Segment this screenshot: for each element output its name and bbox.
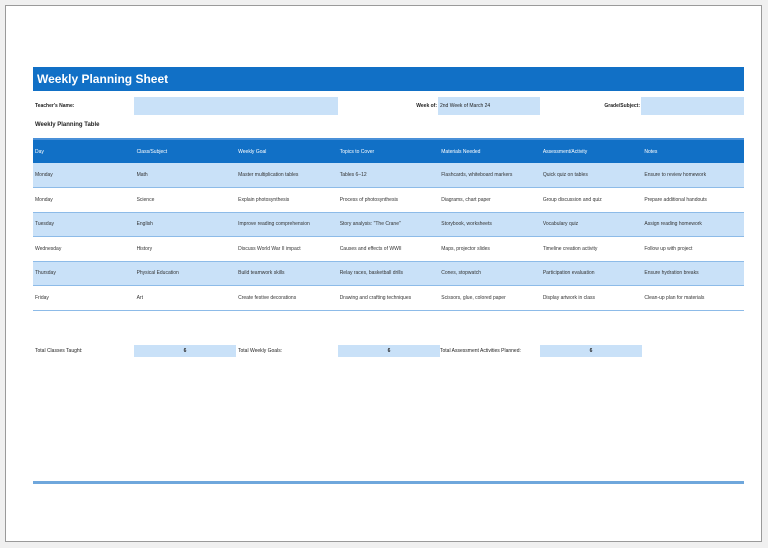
table-cell[interactable]: Ensure hydration breaks bbox=[642, 261, 744, 286]
table-cell[interactable]: Wednesday bbox=[33, 236, 135, 262]
table-row: Monday Science Explain photosynthesis Proce… bbox=[33, 187, 744, 213]
table-cell[interactable]: Process of photosynthesis bbox=[337, 187, 440, 213]
table-cell[interactable]: Discuss World War II impact bbox=[236, 236, 338, 262]
teacher-name-field[interactable] bbox=[134, 97, 338, 115]
table-cell[interactable]: Monday bbox=[33, 187, 135, 213]
table-cell[interactable]: History bbox=[134, 236, 237, 262]
table-cell[interactable]: Create festive decorations bbox=[236, 285, 338, 311]
sheet-title: Weekly Planning Sheet bbox=[33, 67, 744, 91]
table-row: Tuesday English Improve reading comprehens… bbox=[33, 212, 744, 237]
table-cell[interactable]: Quick quiz on tables bbox=[540, 163, 643, 188]
table-cell[interactable]: Tables 6–12 bbox=[337, 163, 440, 188]
table-cell[interactable]: Flashcards, whiteboard markers bbox=[439, 163, 541, 188]
table-cell[interactable]: Causes and effects of WWII bbox=[337, 236, 440, 262]
total-assessments-value[interactable]: 6 bbox=[540, 345, 642, 357]
table-header-row: Day Class/Subject Weekly Goal Topics to Cov… bbox=[33, 138, 744, 163]
column-header: Day bbox=[33, 138, 135, 163]
table-cell[interactable]: English bbox=[134, 212, 237, 237]
table-cell[interactable]: Science bbox=[134, 187, 237, 213]
table-cell[interactable]: Storybook, worksheets bbox=[439, 212, 541, 237]
column-header: Notes bbox=[642, 138, 744, 163]
table-cell[interactable]: Timeline creation activity bbox=[540, 236, 643, 262]
total-assessments-label: Total Assessment Activities Planned: bbox=[440, 348, 521, 354]
teacher-name-label: Teacher's Name: bbox=[35, 103, 75, 109]
table-cell[interactable]: Maps, projector slides bbox=[439, 236, 541, 262]
table-cell[interactable]: Improve reading comprehension bbox=[236, 212, 338, 237]
table-cell[interactable]: Master multiplication tables bbox=[236, 163, 338, 188]
grade-subject-label: Grade/Subject: bbox=[604, 103, 640, 109]
table-cell[interactable]: Scissors, glue, colored paper bbox=[439, 285, 541, 311]
column-header: Materials Needed bbox=[439, 138, 541, 163]
table-row: Friday Art Create festive decorations Drawi… bbox=[33, 285, 744, 311]
table-cell[interactable]: Follow up with project bbox=[642, 236, 744, 262]
column-header: Topics to Cover bbox=[337, 138, 440, 163]
table-cell[interactable]: Art bbox=[134, 285, 237, 311]
table-cell[interactable]: Diagrams, chart paper bbox=[439, 187, 541, 213]
table-cell[interactable]: Clean-up plan for materials bbox=[642, 285, 744, 311]
table-cell[interactable]: Build teamwork skills bbox=[236, 261, 338, 286]
table-cell[interactable]: Relay races, basketball drills bbox=[337, 261, 440, 286]
column-header: Assessment/Activity bbox=[540, 138, 643, 163]
table-title: Weekly Planning Table bbox=[35, 122, 100, 128]
total-classes-value[interactable]: 6 bbox=[134, 345, 236, 357]
planning-table: Day Class/Subject Weekly Goal Topics to Cov… bbox=[33, 138, 744, 311]
table-cell[interactable]: Prepare additional handouts bbox=[642, 187, 744, 213]
table-cell[interactable]: Group discussion and quiz bbox=[540, 187, 643, 213]
table-cell[interactable]: Tuesday bbox=[33, 212, 135, 237]
grade-subject-field[interactable] bbox=[641, 97, 744, 115]
table-row: Thursday Physical Education Build teamwork… bbox=[33, 261, 744, 286]
table-cell[interactable]: Drawing and crafting techniques bbox=[337, 285, 440, 311]
footer-divider bbox=[33, 481, 744, 484]
total-classes-label: Total Classes Taught: bbox=[35, 348, 83, 354]
week-of-label: Week of: bbox=[416, 103, 437, 109]
table-row: Monday Math Master multiplication tables Ta… bbox=[33, 163, 744, 188]
total-goals-value[interactable]: 6 bbox=[338, 345, 440, 357]
table-cell[interactable]: Display artwork in class bbox=[540, 285, 643, 311]
table-cell[interactable]: Assign reading homework bbox=[642, 212, 744, 237]
table-cell[interactable]: Participation evaluation bbox=[540, 261, 643, 286]
table-cell[interactable]: Friday bbox=[33, 285, 135, 311]
table-row: Wednesday History Discuss World War II imp… bbox=[33, 236, 744, 262]
week-of-field[interactable]: 2nd Week of March 24 bbox=[438, 97, 540, 115]
table-cell[interactable]: Story analysis: "The Crane" bbox=[337, 212, 440, 237]
table-cell[interactable]: Math bbox=[134, 163, 237, 188]
table-cell[interactable]: Physical Education bbox=[134, 261, 237, 286]
table-cell[interactable]: Ensure to review homework bbox=[642, 163, 744, 188]
table-cell[interactable]: Monday bbox=[33, 163, 135, 188]
total-goals-label: Total Weekly Goals: bbox=[238, 348, 283, 354]
table-cell[interactable]: Vocabulary quiz bbox=[540, 212, 643, 237]
table-cell[interactable]: Explain photosynthesis bbox=[236, 187, 338, 213]
column-header: Class/Subject bbox=[134, 138, 237, 163]
table-cell[interactable]: Cones, stopwatch bbox=[439, 261, 541, 286]
table-cell[interactable]: Thursday bbox=[33, 261, 135, 286]
column-header: Weekly Goal bbox=[236, 138, 338, 163]
